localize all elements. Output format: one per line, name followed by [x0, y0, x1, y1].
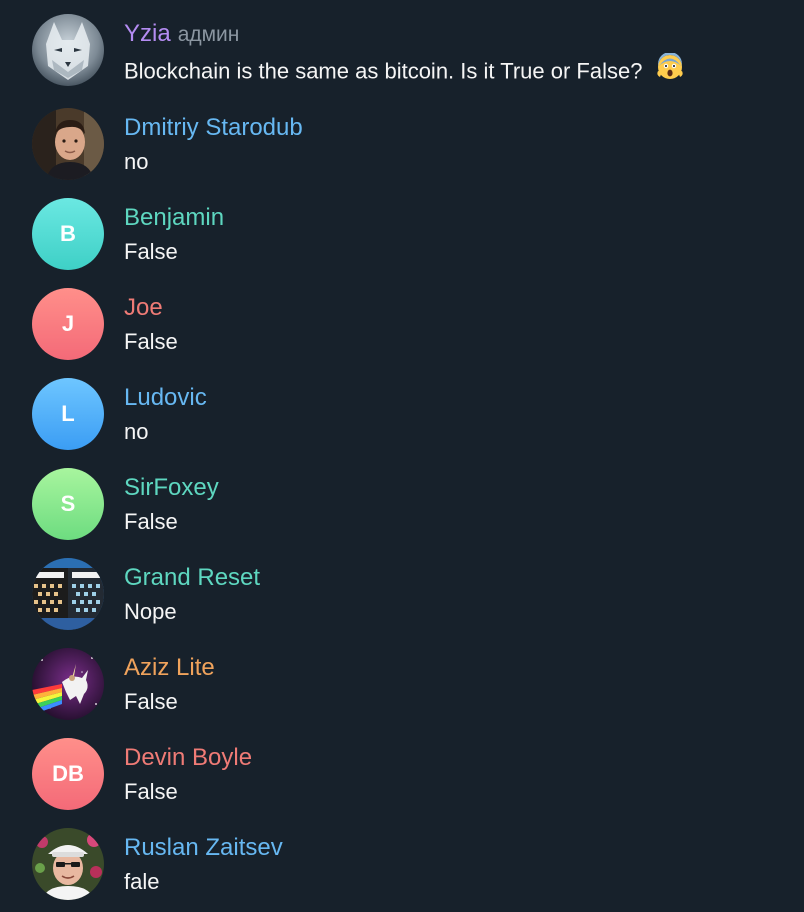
wolf-photo-avatar[interactable]	[32, 14, 104, 86]
unicorn-rainbow-photo-avatar[interactable]	[32, 648, 104, 720]
man-portrait-photo-avatar[interactable]	[32, 108, 104, 180]
message-header: Dmitriy Starodub	[124, 114, 303, 142]
message-text: Blockchain is the same as bitcoin. Is it…	[124, 52, 684, 88]
avatar-initials: L	[61, 401, 75, 426]
sender-name[interactable]: Ludovic	[124, 384, 207, 411]
message-text: False	[124, 779, 178, 804]
initials-avatar[interactable]: DB	[32, 738, 104, 810]
message-header: Yzia админ	[124, 20, 239, 49]
man-in-hat-photo-avatar[interactable]	[32, 828, 104, 900]
avatar-initials: S	[60, 491, 76, 516]
sender-name[interactable]: Yzia	[124, 20, 171, 47]
message-header: Devin Boyle	[124, 744, 252, 772]
sender-name[interactable]: Devin Boyle	[124, 744, 252, 771]
message-body: Blockchain is the same as bitcoin. Is it…	[124, 58, 643, 84]
message-row: S SirFoxey False	[0, 468, 804, 558]
message-row: L Ludovic no	[0, 378, 804, 468]
message-text: no	[124, 149, 149, 174]
avatar-initials: J	[61, 311, 75, 336]
sender-name[interactable]: Joe	[124, 294, 163, 321]
message-text: Nope	[124, 599, 177, 624]
avatar-initials: DB	[52, 761, 84, 786]
sender-name[interactable]: Grand Reset	[124, 564, 260, 591]
message-text: False	[124, 509, 178, 534]
message-header: Aziz Lite	[124, 654, 215, 682]
message-header: Ludovic	[124, 384, 207, 412]
message-text: False	[124, 689, 178, 714]
initials-avatar[interactable]: B	[32, 198, 104, 270]
message-header: SirFoxey	[124, 474, 219, 502]
message-header: Ruslan Zaitsev	[124, 834, 283, 862]
message-header: Joe	[124, 294, 163, 322]
initials-avatar[interactable]: J	[32, 288, 104, 360]
message-text: no	[124, 419, 149, 444]
initials-avatar[interactable]: S	[32, 468, 104, 540]
message-row: J Joe False	[0, 288, 804, 378]
message-text: fale	[124, 869, 160, 894]
sender-name[interactable]: Benjamin	[124, 204, 224, 231]
message-text: False	[124, 329, 178, 354]
message-header: Benjamin	[124, 204, 224, 232]
sender-name[interactable]: Aziz Lite	[124, 654, 215, 681]
message-row: DB Devin Boyle False	[0, 738, 804, 828]
message-row: Dmitriy Starodub no	[0, 108, 804, 198]
sender-name[interactable]: SirFoxey	[124, 474, 219, 501]
avatar-initials: B	[60, 221, 76, 246]
initials-avatar[interactable]: L	[32, 378, 104, 450]
sender-name[interactable]: Dmitriy Starodub	[124, 114, 303, 141]
message-text: False	[124, 239, 178, 264]
message-row: Aziz Lite False	[0, 648, 804, 738]
message-row: Ruslan Zaitsev fale	[0, 828, 804, 912]
message-row: Grand Reset Nope	[0, 558, 804, 648]
message-row: B Benjamin False	[0, 198, 804, 288]
sender-name[interactable]: Ruslan Zaitsev	[124, 834, 283, 861]
face-screaming-in-fear-icon	[656, 52, 684, 88]
chat-message-list: Yzia админ Blockchain is the same as bitc…	[0, 0, 804, 912]
message-header: Grand Reset	[124, 564, 260, 592]
message-row: Yzia админ Blockchain is the same as bitc…	[0, 14, 804, 104]
bitcoin-sweaters-photo-avatar[interactable]	[32, 558, 104, 630]
admin-role-label: админ	[177, 23, 240, 46]
